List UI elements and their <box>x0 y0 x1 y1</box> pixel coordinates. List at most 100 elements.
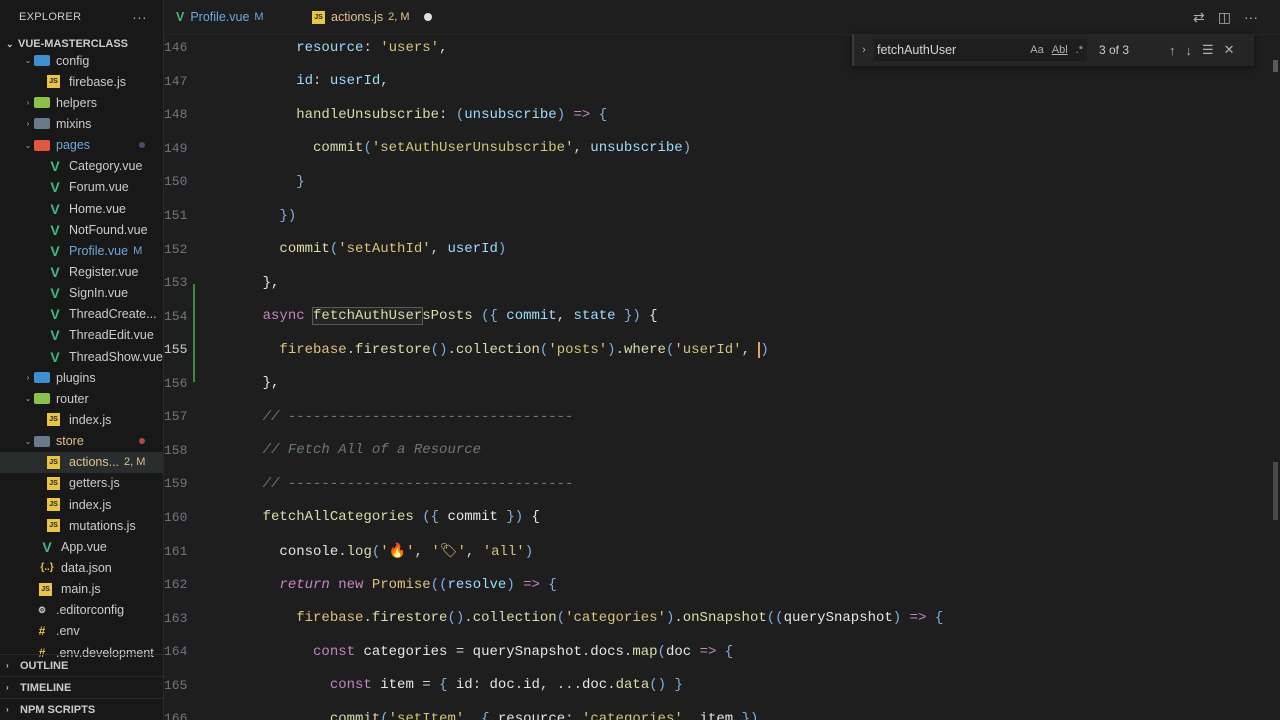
tree-item[interactable]: JS mutations.js <box>0 515 163 536</box>
code-line[interactable]: 148 handleUnsubscribe: (unsubscribe) => … <box>164 98 1280 132</box>
find-input[interactable]: fetchAuthUser Aa Abl .* <box>874 39 1087 61</box>
git-status-badge: 2, M <box>124 456 146 469</box>
tree-item[interactable]: JS index.js <box>0 494 163 515</box>
line-number: 165 <box>164 677 188 693</box>
split-editor-icon[interactable]: ◫ <box>1218 9 1231 26</box>
line-number: 151 <box>164 208 188 223</box>
code-line[interactable]: 156 }, <box>164 367 1280 401</box>
folder-icon <box>34 139 50 151</box>
code-text: firebase.firestore().collection('posts')… <box>279 341 769 358</box>
code-line[interactable]: 147 id: userId, <box>164 65 1280 99</box>
code-line[interactable]: 161 console.log('🔥', '🏷', 'all') <box>164 534 1280 568</box>
tree-item[interactable]: ⌄ pages <box>0 135 163 156</box>
code-line[interactable]: 165 const item = { id: doc.id, ...doc.da… <box>164 668 1280 702</box>
tree-item[interactable]: V Register.vue <box>0 261 163 282</box>
tree-item-label: SignIn.vue <box>69 286 129 301</box>
code-line[interactable]: 149 commit('setAuthUserUnsubscribe', uns… <box>164 132 1280 166</box>
more-actions-icon[interactable]: ··· <box>1244 9 1258 26</box>
code-line[interactable]: 166 commit('setItem', { resource: 'categ… <box>164 702 1280 720</box>
tab-label: actions.js <box>331 10 384 24</box>
tree-item-label: Category.vue <box>69 159 143 174</box>
next-match-icon[interactable]: ↓ <box>1186 43 1193 58</box>
tree-item[interactable]: V ThreadShow.vue <box>0 346 163 367</box>
match-case-icon[interactable]: Aa <box>1030 44 1043 56</box>
match-whole-word-icon[interactable]: Abl <box>1052 44 1068 56</box>
tree-item[interactable]: › mixins <box>0 113 163 134</box>
tree-item[interactable]: JS firebase.js <box>0 71 163 92</box>
code-editor[interactable]: 146 resource: 'users', 147 id: userId, 148… <box>164 34 1280 720</box>
tree-item[interactable]: ⌄ config <box>0 50 163 71</box>
tree-item-label: .editorconfig <box>56 603 125 618</box>
code-line[interactable]: 154 async fetchAuthUsersPosts ({ commit,… <box>164 299 1280 333</box>
line-number: 158 <box>164 442 188 458</box>
code-line[interactable]: 153 }, <box>164 266 1280 300</box>
section-outline[interactable]: › OUTLINE <box>0 654 163 676</box>
tree-item[interactable]: ⚙ .editorconfig <box>0 600 163 621</box>
vue-icon: V <box>176 10 185 24</box>
regex-icon[interactable]: .* <box>1076 44 1083 56</box>
tree-item-label: mixins <box>56 116 92 131</box>
code-text: }, <box>262 375 280 392</box>
tree-item-label: store <box>56 434 84 449</box>
tree-item[interactable]: V App.vue <box>0 536 163 557</box>
tree-item[interactable]: V NotFound.vue <box>0 219 163 240</box>
code-line[interactable]: 151 }) <box>164 199 1280 233</box>
folder-icon <box>34 118 50 130</box>
tree-item[interactable]: › helpers <box>0 92 163 113</box>
tree-item[interactable]: V ThreadEdit.vue <box>0 325 163 346</box>
tree-item[interactable]: JS main.js <box>0 579 163 600</box>
status-dot <box>139 438 145 445</box>
code-line[interactable]: 160 fetchAllCategories ({ commit }) { <box>164 501 1280 535</box>
code-text: // ---------------------------------- <box>262 408 574 425</box>
match-count: 3 of 3 <box>1099 43 1130 57</box>
tree-item[interactable]: JS actions... 2, M <box>0 451 163 473</box>
tree-item[interactable]: JS index.js <box>0 409 163 430</box>
code-line[interactable]: 163 firebase.firestore().collection('cat… <box>164 601 1280 635</box>
close-icon[interactable]: ✕ <box>1224 42 1235 58</box>
tree-item[interactable]: V Profile.vue M <box>0 240 163 261</box>
tree-item[interactable]: ⌄ router <box>0 388 163 409</box>
section-timeline[interactable]: › TIMELINE <box>0 676 163 698</box>
unsaved-dot-icon[interactable] <box>423 13 432 21</box>
code-line[interactable]: 158 // Fetch All of a Resource <box>164 434 1280 468</box>
code-line[interactable]: 155 firebase.firestore().collection('pos… <box>164 333 1280 367</box>
section-label: TIMELINE <box>20 681 72 694</box>
tree-item-label: .env <box>56 624 80 639</box>
toggle-replace-chevron-icon[interactable]: › <box>854 44 874 56</box>
editor-tabs: V Profile.vue M JS actions.js 2, M ⇄ ◫ ·… <box>164 0 1280 35</box>
tree-item-label: mutations.js <box>69 518 136 533</box>
tree-item[interactable]: V ThreadCreate... <box>0 304 163 325</box>
code-line[interactable]: 164 const categories = querySnapshot.doc… <box>164 635 1280 669</box>
tree-item-label: actions... <box>69 455 120 470</box>
previous-match-icon[interactable]: ↑ <box>1169 43 1176 58</box>
tree-item[interactable]: V Category.vue <box>0 156 163 177</box>
tree-item[interactable]: V SignIn.vue <box>0 283 163 304</box>
vue-file-icon: V <box>50 327 60 344</box>
find-in-selection-icon[interactable]: ☰ <box>1202 42 1214 58</box>
code-text: console.log('🔥', '🏷', 'all') <box>279 543 534 560</box>
code-line[interactable]: 162 return new Promise((resolve) => { <box>164 568 1280 602</box>
tree-item[interactable]: V Forum.vue <box>0 177 163 198</box>
tree-item[interactable]: {..} data.json <box>0 557 163 578</box>
more-actions-icon[interactable]: ··· <box>132 9 147 25</box>
line-number: 148 <box>164 107 188 123</box>
js-file-icon: JS <box>47 455 60 469</box>
code-line[interactable]: 152 commit('setAuthId', userId) <box>164 232 1280 266</box>
tab-actions-js[interactable]: JS actions.js 2, M <box>300 0 444 34</box>
tree-item[interactable]: # .env <box>0 621 163 642</box>
code-line[interactable]: 159 // ---------------------------------… <box>164 467 1280 501</box>
line-number: 161 <box>164 543 188 559</box>
code-line[interactable]: 150 } <box>164 165 1280 199</box>
tree-item[interactable]: JS getters.js <box>0 473 163 494</box>
tree-item[interactable]: ⌄ store <box>0 431 163 452</box>
compare-icon[interactable]: ⇄ <box>1193 9 1205 26</box>
tree-item-label: NotFound.vue <box>69 222 148 237</box>
code-text: firebase.firestore().collection('categor… <box>296 610 944 627</box>
line-number: 156 <box>164 375 188 391</box>
code-text: }) <box>279 207 297 224</box>
tree-item[interactable]: V Home.vue <box>0 198 163 219</box>
code-line[interactable]: 157 // ---------------------------------… <box>164 400 1280 434</box>
tree-item[interactable]: › plugins <box>0 367 163 388</box>
tab-profile-vue[interactable]: V Profile.vue M <box>164 0 300 34</box>
section-npm-scripts[interactable]: › NPM SCRIPTS <box>0 698 163 720</box>
